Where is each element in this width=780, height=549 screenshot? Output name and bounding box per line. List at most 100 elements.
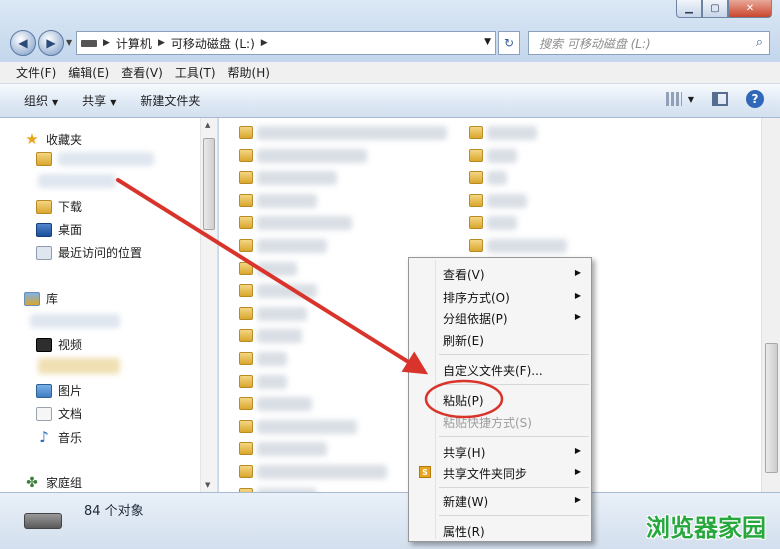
submenu-arrow-icon: ▶ (574, 268, 581, 277)
file-folder-icon[interactable] (469, 171, 483, 185)
close-button[interactable]: ✕ (728, 0, 772, 18)
menu-file[interactable]: 文件(F) (10, 64, 62, 81)
nav-item-blurred[interactable] (36, 152, 52, 166)
breadcrumb-computer[interactable]: 计算机 (116, 35, 152, 52)
nav-libraries[interactable]: 库 (24, 290, 58, 307)
menu-item-properties[interactable]: 属性(R) (443, 523, 485, 540)
menu-item-view[interactable]: 查看(V) (443, 266, 485, 283)
share-button[interactable]: 共享 ▼ (82, 92, 116, 109)
help-icon[interactable]: ? (746, 90, 764, 108)
menu-item-paste[interactable]: 粘贴(P) (443, 392, 484, 409)
file-name-blurred (487, 239, 567, 253)
menu-view[interactable]: 查看(V) (115, 64, 169, 81)
menu-item-group[interactable]: 分组依据(P) (443, 310, 508, 327)
new-folder-button[interactable]: 新建文件夹 (140, 92, 200, 109)
organize-label: 组织 (24, 94, 49, 108)
file-folder-icon[interactable] (469, 193, 483, 207)
window-controls: ▁ ▢ ✕ (676, 0, 772, 18)
nav-recent[interactable]: 最近访问的位置 (36, 244, 142, 261)
file-folder-icon[interactable] (239, 126, 253, 139)
menu-item-shared-folder-sync[interactable]: 共享文件夹同步 (443, 465, 527, 482)
file-folder-icon[interactable] (239, 374, 253, 388)
file-folder-icon[interactable] (239, 419, 253, 433)
address-dropdown-icon[interactable]: ▼ (484, 37, 491, 47)
submenu-arrow-icon: ▶ (574, 291, 581, 300)
file-list-scrollbar[interactable] (761, 118, 780, 492)
menu-help[interactable]: 帮助(H) (222, 64, 276, 81)
address-bar[interactable]: ▶ 计算机 ▶ 可移动磁盘 (L:) ▶ ▼ (76, 31, 496, 55)
file-folder-icon[interactable] (239, 465, 253, 478)
menu-separator (439, 487, 589, 488)
file-folder-icon[interactable] (239, 193, 253, 207)
downloads-folder-icon (36, 199, 52, 214)
menu-edit[interactable]: 编辑(E) (62, 64, 115, 81)
file-folder-icon[interactable] (239, 261, 253, 275)
nav-documents[interactable]: 文档 (36, 405, 82, 422)
file-folder-icon[interactable] (239, 397, 253, 411)
menu-item-sort[interactable]: 排序方式(O) (443, 289, 510, 306)
forward-button[interactable]: ▶ (38, 30, 64, 56)
nav-music[interactable]: ♪ 音乐 (36, 428, 82, 446)
refresh-button[interactable]: ↻ (498, 31, 520, 55)
preview-pane-icon[interactable] (712, 92, 728, 106)
maximize-icon: ▢ (710, 3, 720, 14)
drive-icon (81, 39, 97, 47)
command-bar: 组织 ▼ 共享 ▼ 新建文件夹 ▼ ? (0, 84, 780, 118)
file-folder-icon[interactable] (239, 352, 253, 365)
file-folder-icon[interactable] (239, 171, 253, 185)
chevron-right-icon[interactable]: ▶ (103, 38, 110, 48)
nav-videos[interactable]: 视频 (36, 336, 82, 353)
watermark: 浏览器家园 (646, 514, 766, 542)
toolbar-right: ▼ ? (665, 90, 764, 108)
nav-music-label: 音乐 (58, 430, 83, 445)
nav-scrollbar[interactable]: ▲ ▼ (200, 118, 217, 492)
search-input[interactable]: 搜索 可移动磁盘 (L:) ⌕ (528, 31, 770, 55)
nav-downloads[interactable]: 下载 (36, 198, 82, 215)
file-name-blurred (257, 374, 287, 389)
file-folder-icon[interactable] (239, 306, 253, 320)
file-folder-icon[interactable] (469, 126, 483, 139)
file-name-blurred (487, 216, 517, 231)
file-folder-icon[interactable] (239, 216, 253, 230)
nav-favorites[interactable]: ★ 收藏夹 (24, 130, 82, 148)
maximize-button[interactable]: ▢ (702, 0, 728, 18)
file-folder-icon[interactable] (469, 216, 483, 230)
search-icon[interactable]: ⌕ (756, 35, 763, 50)
menu-item-new[interactable]: 新建(W) (443, 493, 488, 510)
submenu-arrow-icon: ▶ (574, 446, 581, 455)
nav-pictures-label: 图片 (58, 384, 83, 398)
file-folder-icon[interactable] (239, 442, 253, 456)
recent-pages-dropdown-icon[interactable]: ▼ (66, 38, 72, 47)
scroll-down-icon[interactable]: ▼ (205, 481, 210, 489)
submenu-arrow-icon: ▶ (574, 467, 581, 476)
file-name-blurred (257, 126, 447, 140)
file-folder-icon[interactable] (469, 148, 483, 162)
file-name-blurred (257, 442, 327, 457)
minimize-button[interactable]: ▁ (676, 0, 702, 18)
chevron-right-icon[interactable]: ▶ (158, 38, 165, 48)
chevron-right-icon[interactable]: ▶ (261, 38, 268, 48)
file-scroll-thumb[interactable] (765, 343, 778, 473)
file-folder-icon[interactable] (239, 284, 253, 298)
nav-scroll-thumb[interactable] (203, 138, 215, 230)
menu-item-share[interactable]: 共享(H) (443, 444, 485, 461)
menu-item-customize-folder[interactable]: 自定义文件夹(F)... (443, 362, 543, 379)
documents-library-icon (36, 406, 52, 421)
scroll-up-icon[interactable]: ▲ (205, 121, 210, 129)
menu-item-refresh[interactable]: 刷新(E) (443, 332, 484, 349)
breadcrumb-removable-disk[interactable]: 可移动磁盘 (L:) (171, 35, 255, 52)
recent-places-icon (36, 245, 52, 260)
file-folder-icon[interactable] (239, 239, 253, 252)
menu-tools[interactable]: 工具(T) (169, 64, 222, 81)
change-view-button[interactable]: ▼ (665, 92, 694, 106)
nav-homegroup[interactable]: ✤ 家庭组 (24, 474, 82, 491)
file-folder-icon[interactable] (239, 148, 253, 162)
back-button[interactable]: ◀ (10, 30, 36, 56)
blurred-label (30, 314, 120, 328)
nav-pictures[interactable]: 图片 (36, 382, 82, 399)
nav-desktop[interactable]: 桌面 (36, 221, 82, 238)
organize-button[interactable]: 组织 ▼ (24, 92, 58, 109)
file-folder-icon[interactable] (469, 239, 483, 252)
nav-homegroup-label: 家庭组 (46, 476, 83, 490)
file-folder-icon[interactable] (239, 329, 253, 343)
